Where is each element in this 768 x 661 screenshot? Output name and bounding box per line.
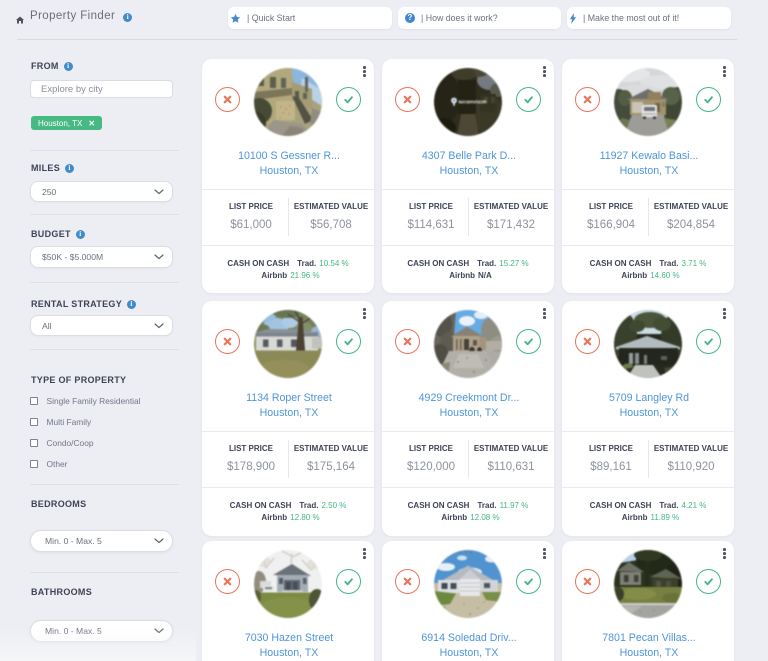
- svg-text:MASHVISOR: MASHVISOR: [459, 99, 487, 105]
